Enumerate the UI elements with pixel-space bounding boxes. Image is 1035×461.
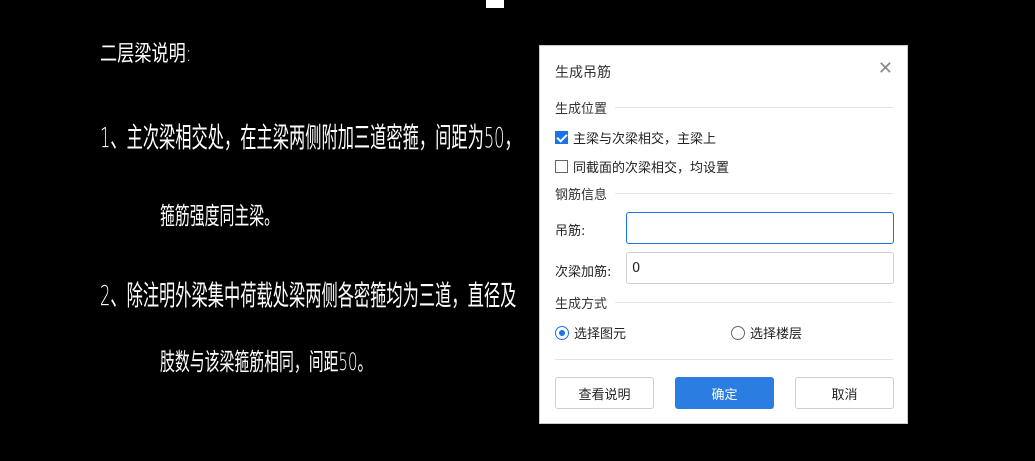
section-rebar-label: 钢筋信息 [555, 187, 608, 203]
section-method: 生成方式 [555, 292, 893, 312]
secondary-beam-input[interactable] [626, 252, 894, 284]
radio-select-floor[interactable]: 选择楼层 [731, 323, 802, 342]
drawing-note-1-cont: 箍筋强度同主梁。 [160, 202, 280, 230]
cancel-button[interactable]: 取消 [795, 377, 894, 409]
ok-button[interactable]: 确定 [675, 377, 774, 409]
checkbox-same-section-label: 同截面的次梁相交，均设置 [573, 161, 730, 176]
radio-unselected-icon[interactable] [731, 325, 745, 340]
drawing-note-1: 1、主次梁相交处，在主梁两侧附加三道密箍，间距为50， [100, 121, 521, 154]
checkbox-main-beam-label: 主梁与次梁相交，主梁上 [573, 132, 717, 147]
drawing-note-2-cont: 肢数与该梁箍筋相同，间距50。 [160, 348, 373, 376]
section-position: 生成位置 [555, 97, 893, 117]
divider [615, 106, 893, 108]
radio-select-element-label: 选择图元 [574, 327, 627, 342]
drawing-title: 二层梁说明: [100, 42, 192, 67]
divider [615, 192, 893, 194]
hanger-label: 吊筋: [555, 224, 586, 239]
section-method-label: 生成方式 [555, 296, 608, 312]
help-button[interactable]: 查看说明 [555, 377, 654, 409]
close-icon[interactable]: ✕ [878, 59, 893, 79]
drawing-fragment [486, 0, 504, 8]
checkbox-unchecked-icon[interactable] [555, 160, 568, 173]
section-rebar: 钢筋信息 [555, 183, 893, 203]
radio-select-element[interactable]: 选择图元 [555, 323, 626, 342]
dialog-title: 生成吊筋 [555, 65, 611, 81]
radio-select-floor-label: 选择楼层 [750, 327, 803, 342]
hanger-input[interactable] [626, 212, 894, 244]
checkbox-checked-icon[interactable] [555, 131, 568, 144]
drawing-note-2: 2、除注明外梁集中荷载处梁两侧各密箍均为三道，直径及 [100, 279, 517, 312]
checkbox-main-beam[interactable]: 主梁与次梁相交，主梁上 [555, 128, 716, 147]
divider [615, 301, 893, 303]
secondary-beam-label: 次梁加筋: [555, 265, 612, 280]
section-position-label: 生成位置 [555, 101, 608, 117]
divider [555, 359, 893, 360]
radio-selected-icon[interactable] [555, 325, 569, 340]
generate-hanger-dialog: 生成吊筋 ✕ 生成位置 主梁与次梁相交，主梁上 同截面的次梁相交，均设置 钢筋信… [539, 45, 908, 424]
checkbox-same-section[interactable]: 同截面的次梁相交，均设置 [555, 157, 729, 176]
